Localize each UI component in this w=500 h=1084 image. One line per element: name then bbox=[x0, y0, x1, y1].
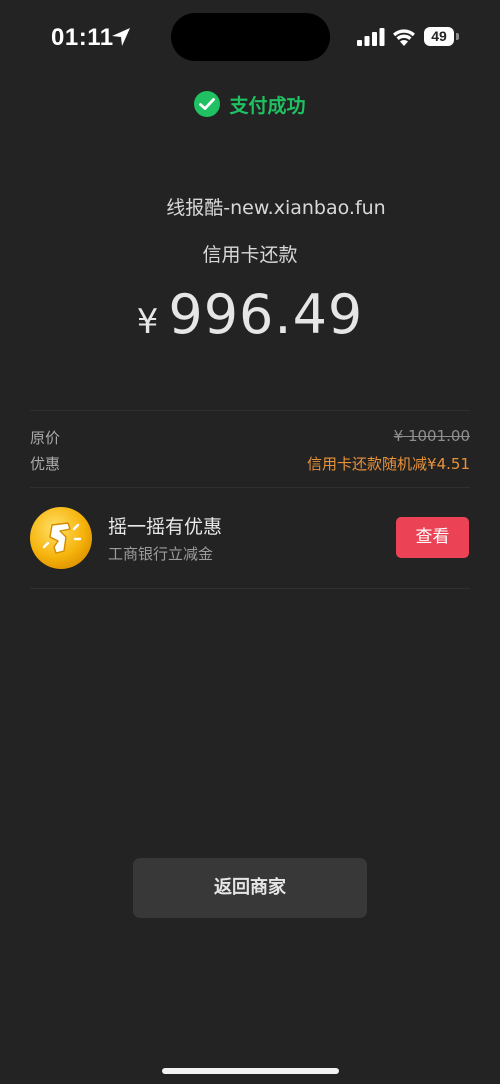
promo-title: 摇一摇有优惠 bbox=[108, 516, 223, 538]
discount-value: 信用卡还款随机减¥4.51 bbox=[307, 455, 470, 473]
merchant-name: 线报酷-new.xianbao.fun bbox=[166, 197, 386, 219]
shake-icon bbox=[30, 507, 92, 569]
location-arrow-icon bbox=[112, 28, 130, 46]
battery-indicator: 49 bbox=[424, 27, 454, 46]
original-price-label: 原价 bbox=[30, 429, 61, 447]
original-price-value: ¥ 1001.00 bbox=[393, 427, 470, 445]
view-promo-button[interactable]: 查看 bbox=[396, 517, 469, 558]
divider bbox=[30, 487, 470, 488]
payment-item: 信用卡还款 bbox=[202, 244, 298, 266]
home-indicator[interactable] bbox=[162, 1068, 339, 1074]
battery-nub bbox=[456, 33, 459, 40]
back-to-merchant-button[interactable]: 返回商家 bbox=[133, 858, 367, 918]
divider bbox=[30, 588, 470, 589]
payment-amount: ¥ 996.49 bbox=[0, 283, 500, 346]
cellular-signal-icon bbox=[357, 28, 385, 46]
status-bar: 01:11 49 bbox=[0, 0, 500, 78]
wifi-icon bbox=[393, 29, 415, 46]
amount-value: 996.49 bbox=[168, 283, 364, 346]
payment-success-title: 支付成功 bbox=[229, 94, 306, 117]
payment-status-header: 支付成功 bbox=[0, 88, 500, 120]
wechat-pay-icon bbox=[194, 91, 221, 117]
promo-subtitle: 工商银行立减金 bbox=[108, 545, 214, 563]
currency-symbol: ¥ bbox=[136, 302, 159, 342]
dynamic-island bbox=[171, 13, 330, 61]
status-time: 01:11 bbox=[51, 24, 114, 51]
divider bbox=[30, 410, 470, 411]
discount-label: 优惠 bbox=[30, 455, 61, 473]
